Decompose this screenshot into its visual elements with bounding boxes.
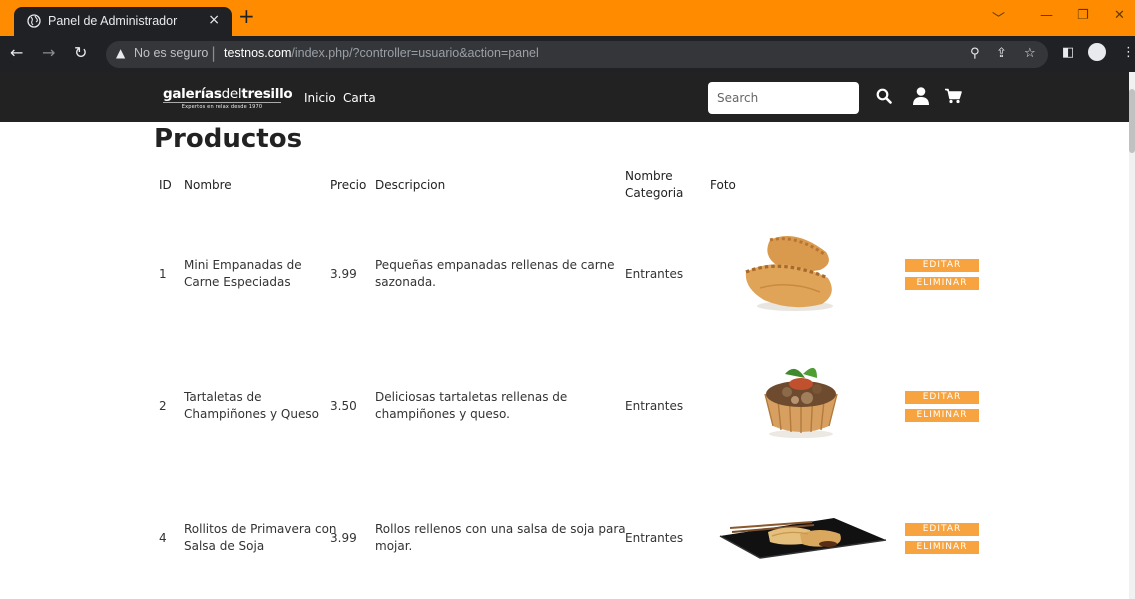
edit-button[interactable]: EDITAR xyxy=(905,523,979,536)
url-text: testnos.com/index.php/?controller=usuari… xyxy=(224,46,539,60)
cell-name-line2: Champiñones y Queso xyxy=(184,407,319,421)
logo-wordmark: galeríasdeltresillo xyxy=(163,86,293,102)
empanada-photo xyxy=(745,236,833,311)
user-icon[interactable] xyxy=(911,86,931,106)
nav-link-inicio[interactable]: Inicio xyxy=(304,91,336,105)
spring-roll-photo xyxy=(719,518,887,559)
minimize-icon[interactable]: — xyxy=(1040,8,1053,23)
edit-button[interactable]: EDITAR xyxy=(905,391,979,404)
cell-category: Entrantes xyxy=(625,267,684,281)
address-bar[interactable]: ▲ No es seguro | testnos.com/index.php/?… xyxy=(106,41,1048,68)
column-header-photo: Foto xyxy=(710,178,736,192)
cell-id: 4 xyxy=(159,531,167,545)
column-header-category-line2: Categoria xyxy=(625,186,684,200)
cell-description-line1: Pequeñas empanadas rellenas de carne xyxy=(375,258,615,272)
cell-description-line2: sazonada. xyxy=(375,275,436,289)
forward-arrow-icon[interactable]: → xyxy=(42,44,55,62)
share-icon[interactable]: ⇪ xyxy=(996,46,1007,61)
warning-icon: ▲ xyxy=(116,46,126,60)
cell-description-line1: Deliciosas tartaletas rellenas de xyxy=(375,390,568,404)
site-header: galeríasdeltresillo Expertos en relax de… xyxy=(0,72,1129,122)
new-tab-button[interactable]: + xyxy=(238,6,255,26)
menu-dots-icon[interactable]: ⋮ xyxy=(1122,45,1135,60)
delete-button[interactable]: ELIMINAR xyxy=(905,409,979,422)
tartlet-photo xyxy=(764,367,838,438)
browser-toolbar: ← → ↻ ▲ No es seguro | testnos.com/index… xyxy=(0,36,1135,72)
profile-icon[interactable] xyxy=(1088,43,1106,61)
logo-brand-b: del xyxy=(221,86,242,102)
column-header-name: Nombre xyxy=(184,178,232,192)
cart-icon[interactable] xyxy=(944,88,962,104)
zoom-icon[interactable]: ⚲ xyxy=(970,46,980,61)
cell-name-line2: Carne Especiadas xyxy=(184,275,291,289)
page-scrollbar[interactable] xyxy=(1129,72,1135,599)
tab-title: Panel de Administrador xyxy=(48,14,178,28)
site-logo[interactable]: galeríasdeltresillo Expertos en relax de… xyxy=(163,86,293,111)
cell-description-line2: mojar. xyxy=(375,539,413,553)
bookmark-star-icon[interactable]: ☆ xyxy=(1024,46,1036,61)
reload-icon[interactable]: ↻ xyxy=(74,44,87,62)
edit-button[interactable]: EDITAR xyxy=(905,259,979,272)
column-header-id: ID xyxy=(159,178,172,192)
chevron-down-icon[interactable]: ﹀ xyxy=(992,8,1005,27)
url-path: /index.php/?controller=usuario&action=pa… xyxy=(291,46,539,60)
cell-price: 3.50 xyxy=(330,399,357,413)
cell-id: 1 xyxy=(159,267,167,281)
cell-id: 2 xyxy=(159,399,167,413)
globe-icon xyxy=(27,14,41,28)
restore-icon[interactable]: ❐ xyxy=(1077,8,1089,23)
column-header-description: Descripcion xyxy=(375,178,446,192)
cell-category: Entrantes xyxy=(625,531,684,545)
browser-tab[interactable]: Panel de Administrador × xyxy=(14,7,232,36)
security-label: No es seguro xyxy=(134,46,209,60)
sidepanel-icon[interactable]: ◧ xyxy=(1062,45,1074,60)
logo-brand-c: tresillo xyxy=(241,86,293,102)
search-input[interactable] xyxy=(708,82,859,114)
cell-name-line1: Mini Empanadas de xyxy=(184,258,302,272)
cell-category: Entrantes xyxy=(625,399,684,413)
logo-tagline: Expertos en relax desde 1970 xyxy=(163,102,281,111)
url-host: testnos.com xyxy=(224,46,292,60)
delete-button[interactable]: ELIMINAR xyxy=(905,277,979,290)
cell-name-line2: Salsa de Soja xyxy=(184,539,265,553)
logo-brand-a: galerías xyxy=(163,86,222,102)
cell-name-line1: Rollitos de Primavera con xyxy=(184,522,337,536)
column-header-category-line1: Nombre xyxy=(625,169,673,183)
address-separator: | xyxy=(211,44,217,62)
window-close-icon[interactable]: ✕ xyxy=(1114,8,1125,23)
cell-description-line2: champiñones y queso. xyxy=(375,407,510,421)
search-icon[interactable] xyxy=(876,88,892,104)
page-title: Productos xyxy=(154,124,303,154)
delete-button[interactable]: ELIMINAR xyxy=(905,541,979,554)
cell-description-line1: Rollos rellenos con una salsa de soja pa… xyxy=(375,522,626,536)
tab-close-icon[interactable]: × xyxy=(208,12,220,28)
back-arrow-icon[interactable]: ← xyxy=(10,44,23,62)
column-header-price: Precio xyxy=(330,178,367,192)
nav-link-carta[interactable]: Carta xyxy=(343,91,376,105)
cell-name-line1: Tartaletas de xyxy=(184,390,262,404)
scrollbar-thumb[interactable] xyxy=(1129,89,1135,153)
cell-price: 3.99 xyxy=(330,267,357,281)
browser-tab-bar: Panel de Administrador × + ﹀ — ❐ ✕ xyxy=(0,0,1135,36)
cell-price: 3.99 xyxy=(330,531,357,545)
